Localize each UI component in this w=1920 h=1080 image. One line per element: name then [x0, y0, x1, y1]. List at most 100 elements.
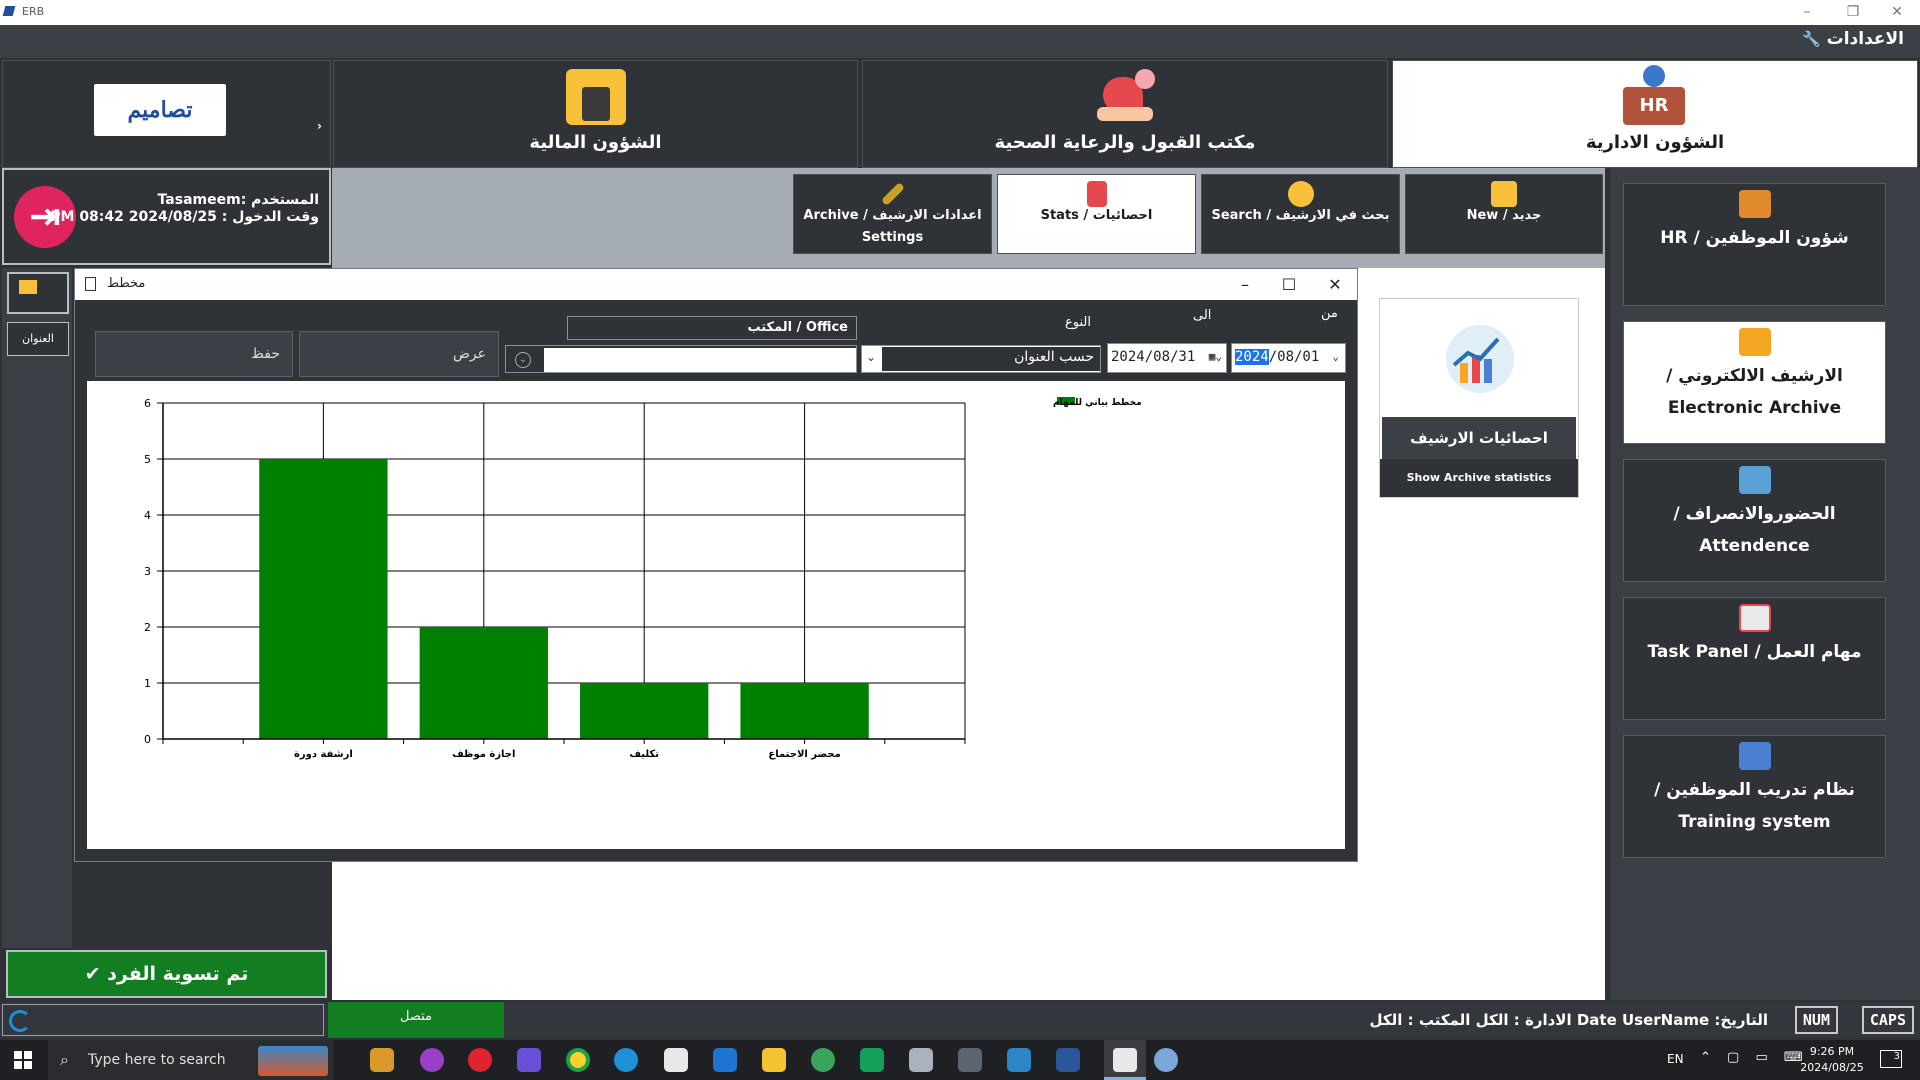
sidebar-item-tasks[interactable]: مهام العمل / Task Panel	[1623, 597, 1886, 720]
dialog-app-icon	[85, 277, 96, 291]
type-select[interactable]: حسب العنوان ⌄	[861, 345, 1101, 373]
left-toolstrip: العنوان	[2, 268, 72, 948]
tools-icon	[880, 181, 905, 207]
taskbar-app-box-icon[interactable]	[860, 1048, 884, 1072]
settings-menu[interactable]: الاعدادات 🔧	[1802, 29, 1904, 49]
system-tray-icons[interactable]: ⌃ ▢ ▭ ⌨	[1700, 1050, 1809, 1065]
tab-new[interactable]: جديد / New	[1405, 174, 1603, 254]
sidebar-item-training[interactable]: نظام تدريب الموظفين / Training system	[1623, 735, 1886, 858]
edge-icon[interactable]	[614, 1048, 638, 1072]
archive-stats-subtitle: Show Archive statistics	[1380, 459, 1578, 497]
tab-stats[interactable]: احصائيات / Stats	[997, 174, 1196, 254]
bar-chart: 0 1 2 3 4 5 6 ارشفة دورة اجازة موظف تكليف محضر الا…	[144, 397, 1142, 760]
tab-search[interactable]: بحث في الارشيف / Search	[1201, 174, 1400, 254]
search-icon	[1287, 181, 1314, 207]
caps-lock-indicator: CAPS	[1861, 1006, 1914, 1034]
chart-growth-icon	[1446, 325, 1514, 393]
sidebar-item-archive-label: الارشيف الالكتروني / Electronic Archive	[1666, 366, 1843, 418]
sidebar-item-hr[interactable]: شؤون الموظفين / HR	[1623, 183, 1886, 306]
from-date-rest: /08/01	[1268, 349, 1320, 365]
taskbar-app-c-icon[interactable]	[420, 1048, 444, 1072]
bar	[259, 459, 388, 739]
heart-health-icon	[1095, 67, 1157, 127]
training-icon	[1738, 742, 1771, 770]
settle-button-label: تم تسوية الفرد	[107, 963, 249, 985]
office-label: المكتب / Office	[567, 316, 857, 340]
mail-icon[interactable]	[713, 1048, 737, 1072]
checkmark-icon: ✔	[84, 963, 101, 985]
statusbar: متصل التاريخ: Date UserName الادارة : ال…	[0, 1002, 1920, 1038]
sidebar-item-archive[interactable]: الارشيف الالكتروني / Electronic Archive	[1623, 321, 1886, 444]
taskbar-app-ms-icon[interactable]	[370, 1048, 394, 1072]
to-date-value: 2024/08/31	[1111, 349, 1196, 365]
hr-icon: HR	[1621, 65, 1687, 127]
windows-start-icon[interactable]	[14, 1051, 32, 1069]
module-hr[interactable]: HR الشؤون الادارية	[1392, 60, 1918, 168]
erb-app-icon[interactable]	[664, 1048, 688, 1072]
settle-button[interactable]: تم تسوية الفرد ✔	[6, 950, 327, 998]
new-folder-icon	[1491, 181, 1517, 207]
sidebar-item-attendance[interactable]: الحضوروالانصراف / Attendence	[1623, 459, 1886, 582]
chevron-down-icon: ⌄	[1332, 350, 1339, 363]
dialog-close-button[interactable]: ✕	[1315, 273, 1355, 297]
opera-icon[interactable]	[468, 1048, 492, 1072]
module-health-label: مكتب القبول والرعاية الصحية	[994, 132, 1256, 153]
title-button[interactable]: العنوان	[7, 322, 69, 356]
language-indicator[interactable]: EN	[1667, 1052, 1684, 1066]
tab-archive-settings[interactable]: اعدادات الارشيف / Archive Settings	[793, 174, 992, 254]
window-title: ERB	[22, 5, 45, 18]
office-select-value	[544, 348, 856, 372]
collapse-arrow-icon[interactable]: ›	[317, 119, 322, 133]
login-time-text: وقت الدخول : 2024/08/25 PM 08:42	[50, 209, 319, 225]
search-highlight-icon	[258, 1046, 328, 1076]
chart-dialog: مخطط – ☐ ✕ من الى النوع المكتب / Office …	[74, 268, 1358, 862]
dialog-maximize-button[interactable]: ☐	[1269, 273, 1309, 297]
file-explorer-icon[interactable]	[762, 1048, 786, 1072]
app-icon	[2, 6, 16, 16]
word-icon[interactable]	[1056, 1048, 1080, 1072]
restore-button[interactable]: ❐	[1836, 2, 1870, 22]
module-finance-label: الشؤون المالية	[529, 132, 662, 153]
module-finance[interactable]: الشؤون المالية	[333, 60, 858, 168]
dialog-title: مخطط	[107, 276, 146, 291]
chrome-icon[interactable]	[566, 1048, 590, 1072]
erb-app-icon	[1113, 1048, 1137, 1072]
status-text: التاريخ: Date UserName الادارة : الكل ال…	[1369, 1011, 1768, 1029]
office-select[interactable]: ⌄	[505, 345, 857, 373]
dialog-minimize-button[interactable]: –	[1225, 273, 1265, 297]
calculator-icon[interactable]	[958, 1048, 982, 1072]
stats-icon	[1086, 181, 1107, 207]
to-date-picker[interactable]: 2024/08/31 ▦⌄	[1107, 343, 1227, 373]
archive-stats-title: احصائيات الارشيف	[1382, 417, 1576, 459]
tab-search-label: بحث في الارشيف / Search	[1211, 208, 1390, 223]
close-button[interactable]: ✕	[1880, 2, 1914, 22]
taskbar-erb-active[interactable]	[1104, 1040, 1146, 1080]
y-tick-label: 0	[144, 733, 151, 746]
tab-new-label: جديد / New	[1466, 208, 1542, 223]
folder-sort-button[interactable]	[7, 272, 69, 314]
minimize-button[interactable]: –	[1790, 2, 1824, 22]
taskbar-search[interactable]: ⌕ Type here to search	[48, 1040, 334, 1080]
sidebar-item-training-label: نظام تدريب الموظفين / Training system	[1654, 780, 1855, 832]
clock-date: 2024/08/25	[1800, 1061, 1864, 1074]
taskbar-clock[interactable]: 9:26 PM 2024/08/25	[1800, 1044, 1864, 1076]
chrome-profile-icon[interactable]	[811, 1048, 835, 1072]
archive-stats-card[interactable]: احصائيات الارشيف Show Archive statistics	[1379, 298, 1579, 498]
tools-icon: 🔧	[1802, 30, 1821, 48]
taskbar-app-video-icon[interactable]	[517, 1048, 541, 1072]
save-button[interactable]: حفظ	[95, 331, 293, 377]
calendar-icon: ▦⌄	[1208, 350, 1222, 363]
refresh-icon[interactable]	[9, 1010, 31, 1032]
menubar: الاعدادات 🔧	[0, 25, 1920, 58]
archive-icon	[1738, 328, 1771, 356]
chart-area: 0 1 2 3 4 5 6 ارشفة دورة اجازة موظف تكليف محضر الا…	[87, 381, 1345, 849]
module-health[interactable]: مكتب القبول والرعاية الصحية	[862, 60, 1388, 168]
from-date-picker[interactable]: 2024/08/01 ⌄	[1231, 343, 1346, 373]
view-button[interactable]: عرض	[299, 331, 499, 377]
paint-icon[interactable]	[1154, 1048, 1178, 1072]
taskbar-app-window-icon[interactable]	[1007, 1048, 1031, 1072]
employees-icon	[1738, 190, 1771, 218]
taskbar-app-tools-icon[interactable]	[909, 1048, 933, 1072]
notification-icon[interactable]: 3	[1880, 1050, 1902, 1068]
sidebar-item-attendance-label: الحضوروالانصراف / Attendence	[1673, 504, 1836, 556]
